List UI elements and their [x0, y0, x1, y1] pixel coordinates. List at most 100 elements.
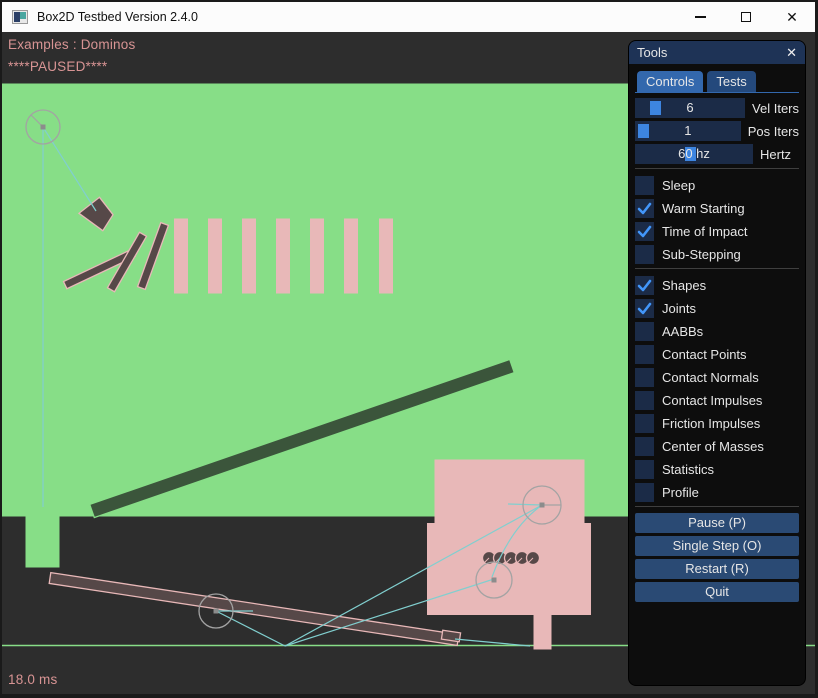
panel-button[interactable]: Restart (R) — [635, 559, 799, 579]
checkbox-label: Center of Masses — [662, 439, 764, 454]
checkbox-label: Contact Impulses — [662, 393, 762, 408]
checkbox[interactable] — [635, 483, 654, 502]
checkbox-label: Contact Normals — [662, 370, 759, 385]
close-icon: ✕ — [786, 10, 798, 24]
checkbox-row[interactable]: Center of Masses — [635, 436, 799, 456]
minimize-icon — [695, 16, 706, 18]
checkbox[interactable] — [635, 345, 654, 364]
slider-track[interactable]: 1 — [635, 121, 741, 141]
checkbox-row[interactable]: Sub-Stepping — [635, 244, 799, 264]
checkbox-row[interactable]: Statistics — [635, 459, 799, 479]
checkbox-label: Statistics — [662, 462, 714, 477]
checkbox-row[interactable]: Shapes — [635, 275, 799, 295]
check-icon — [635, 276, 654, 295]
paused-label: ****PAUSED**** — [8, 59, 107, 74]
separator — [635, 506, 799, 507]
platform — [25, 291, 440, 309]
tab[interactable]: Tests — [707, 71, 755, 92]
checkbox-label: AABBs — [662, 324, 703, 339]
domino — [212, 222, 219, 290]
check-icon — [635, 199, 654, 218]
app-icon — [12, 10, 28, 24]
checkbox-row[interactable]: AABBs — [635, 321, 799, 341]
check-icon — [635, 222, 654, 241]
slider-value: 6 — [635, 98, 745, 118]
domino — [178, 222, 185, 290]
app-window: Box2D Testbed Version 2.4.0 ✕ Examples :… — [0, 0, 818, 698]
checkbox[interactable] — [635, 245, 654, 264]
checkbox[interactable] — [635, 276, 654, 295]
checkbox-label: Friction Impulses — [662, 416, 760, 431]
draw-toggle-group: Shapes Joints — [635, 275, 799, 502]
checkbox[interactable] — [635, 368, 654, 387]
tools-panel-title: Tools — [637, 45, 667, 60]
slider-label: Hertz — [760, 147, 791, 162]
panel-button[interactable]: Pause (P) — [635, 513, 799, 533]
tools-panel-body: ControlsTests 6 Vel Iters 1 — [629, 64, 805, 602]
checkbox-label: Shapes — [662, 278, 706, 293]
checkbox[interactable] — [635, 299, 654, 318]
minimize-button[interactable] — [677, 2, 723, 32]
maximize-icon — [741, 12, 751, 22]
domino — [246, 222, 253, 290]
tools-panel: Tools ✕ ControlsTests 6 Vel Iters — [628, 40, 806, 686]
check-icon — [635, 299, 654, 318]
tab[interactable]: Controls — [637, 71, 703, 92]
checkbox-row[interactable]: Contact Normals — [635, 367, 799, 387]
checkbox-row[interactable]: Profile — [635, 482, 799, 502]
checkbox-row[interactable]: Time of Impact — [635, 221, 799, 241]
panel-close-icon[interactable]: ✕ — [786, 45, 797, 61]
joint-anchor — [41, 125, 46, 130]
checkbox-row[interactable]: Sleep — [635, 175, 799, 195]
action-button-group: Pause (P) Single Step (O) Restart (R) Quit — [635, 513, 799, 602]
checkbox-row[interactable]: Contact Points — [635, 344, 799, 364]
slider-row: 60 hz Hertz — [635, 144, 799, 164]
seesaw-plank — [49, 573, 459, 646]
checkbox-label: Contact Points — [662, 347, 747, 362]
checkbox[interactable] — [635, 222, 654, 241]
domino — [280, 222, 287, 290]
seesaw-end-box — [441, 630, 460, 642]
maximize-button[interactable] — [723, 2, 769, 32]
slider-row: 6 Vel Iters — [635, 98, 799, 118]
slider-label: Pos Iters — [748, 124, 799, 139]
close-button[interactable]: ✕ — [769, 2, 815, 32]
checkbox-label: Sub-Stepping — [662, 247, 741, 262]
checkbox-row[interactable]: Contact Impulses — [635, 390, 799, 410]
separator — [635, 268, 799, 269]
checkbox[interactable] — [635, 391, 654, 410]
physics-canvas[interactable]: Examples : Dominos ****PAUSED**** 18.0 m… — [2, 32, 815, 694]
sim-toggle-group: Sleep Warm Starting — [635, 175, 799, 264]
window-title: Box2D Testbed Version 2.4.0 — [37, 10, 198, 24]
checkbox-row[interactable]: Joints — [635, 298, 799, 318]
joint-anchor — [492, 578, 497, 583]
frame-time-label: 18.0 ms — [8, 672, 57, 687]
example-label: Examples : Dominos — [8, 37, 135, 52]
separator — [635, 168, 799, 169]
slider-row: 1 Pos Iters — [635, 121, 799, 141]
slider-value: 60 hz — [635, 144, 753, 164]
panel-button[interactable]: Single Step (O) — [635, 536, 799, 556]
tools-panel-titlebar[interactable]: Tools ✕ — [629, 41, 805, 64]
checkbox[interactable] — [635, 437, 654, 456]
checkbox-row[interactable]: Friction Impulses — [635, 413, 799, 433]
checkbox[interactable] — [635, 176, 654, 195]
slider-group: 6 Vel Iters 1 Pos Iters — [635, 98, 799, 164]
checkbox[interactable] — [635, 199, 654, 218]
checkbox-label: Warm Starting — [662, 201, 745, 216]
checkbox[interactable] — [635, 414, 654, 433]
checkbox-row[interactable]: Warm Starting — [635, 198, 799, 218]
panel-button[interactable]: Quit — [635, 582, 799, 602]
slider-value: 1 — [635, 121, 741, 141]
domino — [383, 222, 390, 290]
os-title-bar: Box2D Testbed Version 2.4.0 ✕ — [2, 2, 815, 32]
slider-track[interactable]: 60 hz — [635, 144, 753, 164]
checkbox[interactable] — [635, 460, 654, 479]
slider-track[interactable]: 6 — [635, 98, 745, 118]
domino — [348, 222, 355, 290]
domino — [314, 222, 321, 290]
joint-anchor — [214, 609, 219, 614]
checkbox[interactable] — [635, 322, 654, 341]
window-controls: ✕ — [677, 2, 815, 32]
slider-label: Vel Iters — [752, 101, 799, 116]
